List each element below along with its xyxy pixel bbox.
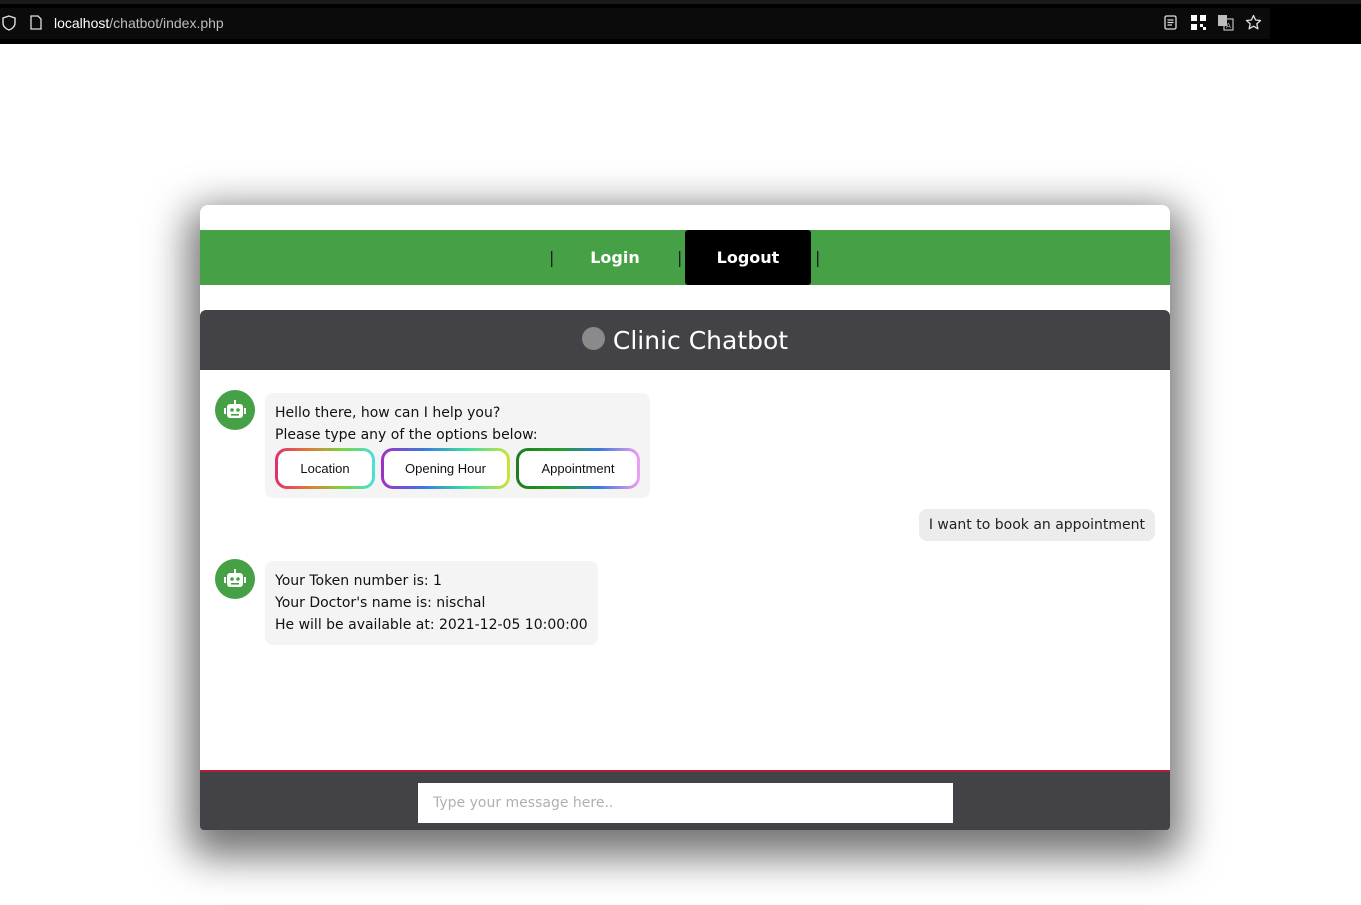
chat-title: Clinic Chatbot (612, 325, 789, 355)
navbar: | Login | Logout | (200, 230, 1170, 285)
availability-text: He will be available at: 2021-12-05 10:0… (275, 617, 588, 633)
url-text[interactable]: localhost/chatbot/index.php (54, 15, 224, 31)
shield-icon[interactable] (2, 15, 16, 31)
robot-icon (224, 569, 246, 587)
quick-reply-options: Location Opening Hour Appointment (275, 448, 640, 489)
chat-header: Clinic Chatbot (200, 310, 1170, 370)
url-host: localhost (54, 15, 110, 31)
page-icon (30, 15, 42, 30)
bot-message: Your Token number is: 1 Your Doctor's na… (265, 561, 598, 645)
message-text: Hello there, how can I help you? (275, 405, 501, 421)
appointment-option-button[interactable]: Appointment (516, 448, 640, 489)
login-link[interactable]: Login (565, 230, 665, 285)
bot-avatar (215, 390, 255, 430)
nav-separator: | (549, 248, 555, 267)
option-label: Appointment (519, 451, 637, 486)
bot-message: Hello there, how can I help you? Please … (265, 393, 650, 498)
opening-hour-option-button[interactable]: Opening Hour (381, 448, 510, 489)
token-number-text: Your Token number is: 1 (275, 573, 442, 589)
url-path: /chatbot/index.php (109, 15, 224, 31)
chatbot-card: | Login | Logout | Clinic Chatbot Hello … (200, 205, 1170, 830)
chat-messages[interactable]: Hello there, how can I help you? Please … (200, 370, 1170, 770)
chat-footer (200, 770, 1170, 830)
doctor-name-text: Your Doctor's name is: nischal (275, 595, 486, 611)
status-dot-icon (581, 326, 605, 350)
translate-icon[interactable]: A (1217, 14, 1234, 31)
location-option-button[interactable]: Location (275, 448, 375, 489)
browser-tab-strip (0, 0, 1361, 4)
nav-separator: | (677, 248, 683, 267)
reader-view-icon[interactable] (1162, 14, 1179, 31)
svg-text:A: A (1226, 22, 1231, 30)
logout-link[interactable]: Logout (685, 230, 811, 285)
bot-avatar (215, 559, 255, 599)
message-input[interactable] (418, 783, 953, 823)
bookmark-star-icon[interactable] (1245, 14, 1262, 31)
browser-toolbar: localhost/chatbot/index.php A (0, 0, 1361, 44)
option-label: Opening Hour (384, 451, 507, 486)
option-label: Location (278, 451, 372, 486)
message-text: Please type any of the options below: (275, 427, 538, 443)
nav-separator: | (815, 248, 821, 267)
qr-code-icon[interactable] (1190, 14, 1207, 31)
user-message: I want to book an appointment (918, 509, 1155, 541)
robot-icon (224, 400, 246, 418)
